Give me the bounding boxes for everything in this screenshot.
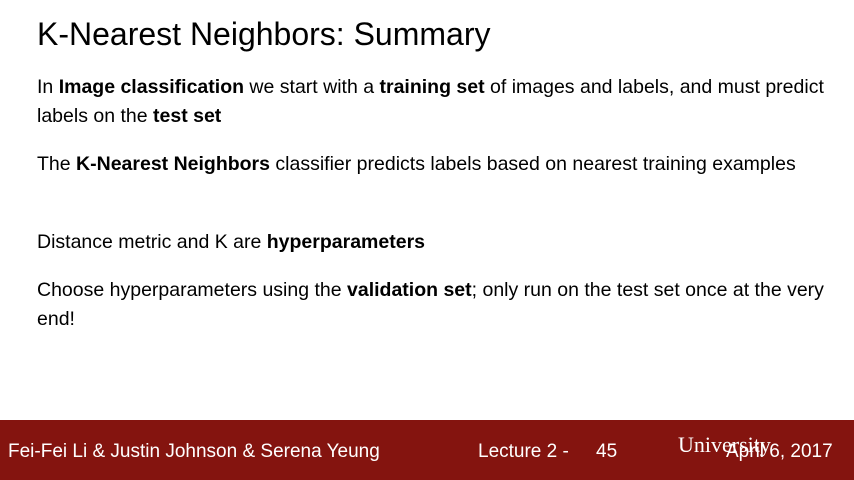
bold-term: training set — [379, 76, 485, 98]
bold-term: validation set — [347, 279, 472, 301]
logo-text: Stanford — [662, 396, 800, 420]
bold-term: hyperparameters — [266, 231, 426, 253]
stanford-logo-bottom: University — [678, 432, 771, 457]
stanford-logo-top: Stanford — [662, 396, 800, 420]
paragraph-1: In Image classification we start with a … — [37, 73, 827, 131]
bold-term: K-Nearest Neighbors — [76, 153, 270, 175]
bold-term: test set — [153, 105, 222, 127]
text-run: The — [37, 153, 77, 175]
text-run: we start with a — [244, 76, 380, 98]
text-run: Choose hyperparameters using the — [37, 279, 348, 301]
footer-lecture: Lecture 2 - — [478, 441, 569, 462]
paragraph-4: Choose hyperparameters using the validat… — [37, 276, 827, 334]
slide-title: K-Nearest Neighbors: Summary — [37, 16, 491, 52]
paragraph-3: Distance metric and K are hyperparameter… — [37, 228, 827, 257]
text-run: classifier predicts labels based on near… — [270, 153, 796, 175]
text-run: Distance metric and K are — [37, 231, 267, 253]
text-run: In — [37, 76, 59, 98]
footer-authors: Fei-Fei Li & Justin Johnson & Serena Yeu… — [8, 441, 380, 462]
bold-term: Image classification — [58, 76, 245, 98]
footer-page-number: 45 — [596, 441, 618, 462]
paragraph-2: The K-Nearest Neighbors classifier predi… — [37, 150, 827, 179]
